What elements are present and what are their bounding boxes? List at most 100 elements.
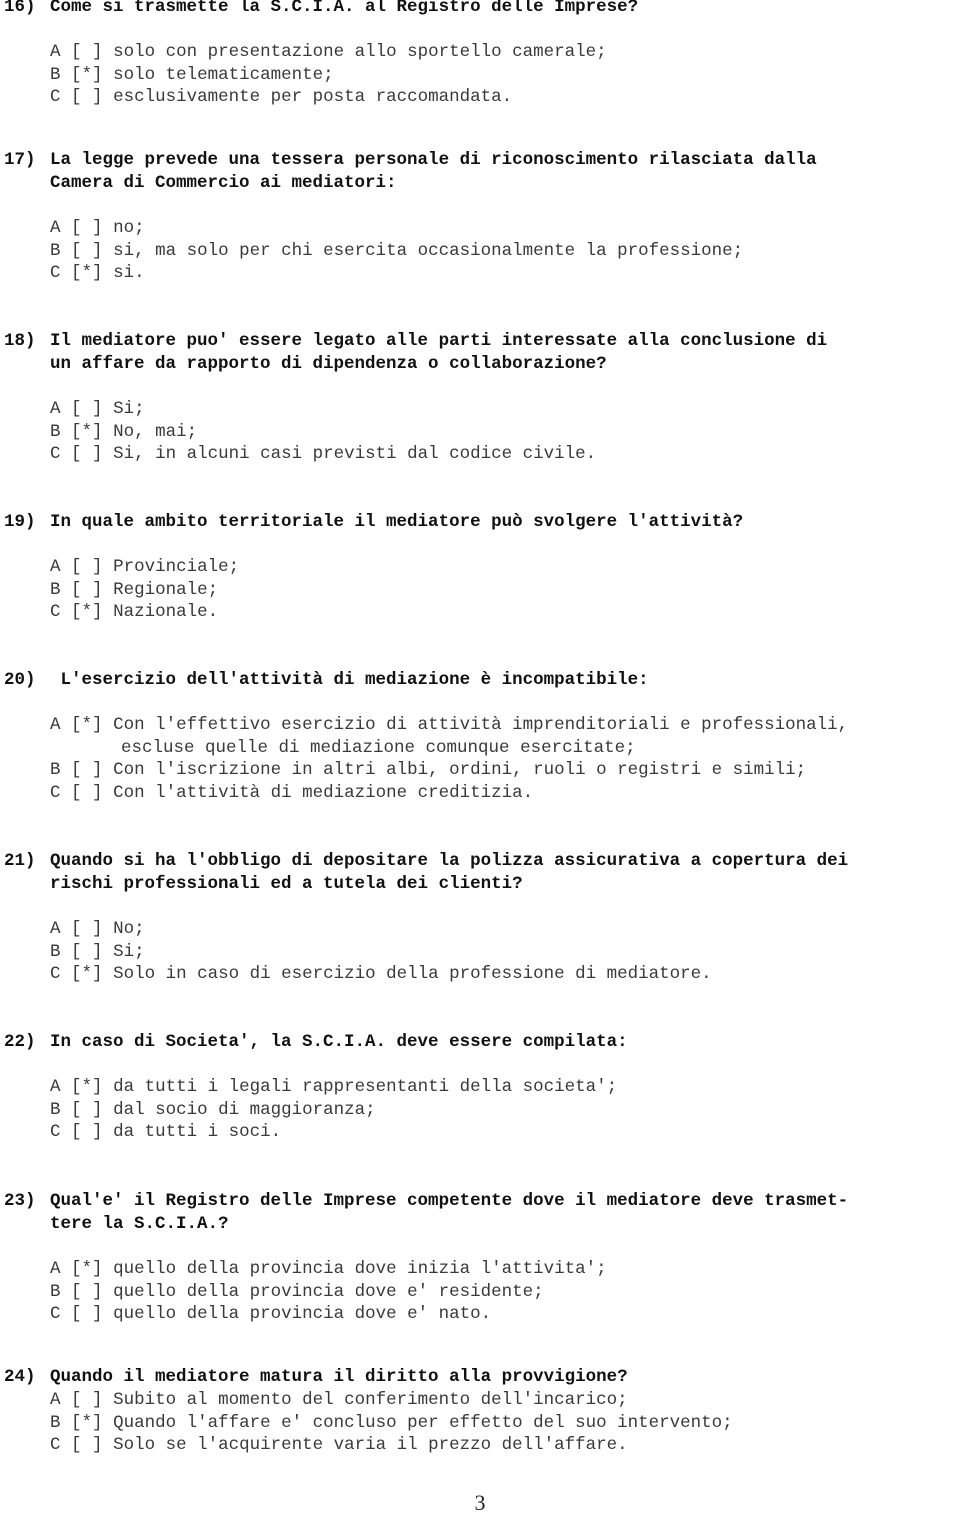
option-letter: C (50, 1435, 61, 1456)
question-text: tere la S.C.I.A.? (0, 1213, 960, 1236)
option-letter: A (50, 919, 61, 939)
option-text: Si; (113, 399, 145, 419)
option-letter: A (50, 557, 61, 577)
option-letter: B (50, 1281, 61, 1302)
option-letter: B (50, 421, 61, 442)
answer-option-a: A [*] da tutti i legali rappresentanti d… (0, 1076, 960, 1099)
question-number: 19) (4, 512, 36, 532)
option-text: escluse quelle di mediazione comunque es… (121, 737, 636, 758)
checked-box-marker: [*] (71, 421, 103, 442)
answer-option-b: B [ ] Si; (0, 941, 960, 964)
answer-option-c: C [ ] quello della provincia dove e′ nat… (0, 1303, 960, 1326)
option-text: Quando l′affare e′ concluso per effetto … (113, 1412, 733, 1433)
empty-box-marker: [ ] (71, 218, 103, 238)
checked-box-marker: [*] (71, 1259, 103, 1279)
option-text: si, ma solo per chi esercita occasionalm… (113, 240, 744, 261)
question-text-line: tere la S.C.I.A.? (50, 1214, 229, 1234)
option-text: Provinciale; (113, 557, 240, 577)
answer-option-b: B [*] solo telematicamente; (0, 64, 960, 87)
option-text: si. (113, 263, 145, 284)
answer-option-c: C [ ] esclusivamente per posta raccomand… (0, 86, 960, 109)
answer-option-a: A [ ] solo con presentazione allo sporte… (0, 41, 960, 64)
answer-options: A [ ] no; B [ ] si, ma solo per chi eserc… (0, 217, 960, 285)
question-text: 18) Il mediatore puo′ essere legato alle … (0, 330, 960, 353)
empty-box-marker: [ ] (71, 1281, 103, 1302)
option-letter: C (50, 87, 61, 108)
empty-box-marker: [ ] (71, 87, 103, 108)
empty-box-marker: [ ] (71, 1304, 103, 1325)
question-number: 17) (4, 150, 36, 170)
answer-option-b: B [*] No, mai; (0, 421, 960, 444)
question-text: 21) Quando si ha l'obbligo di depositare … (0, 850, 960, 873)
question-16: 16) Come si trasmette la S.C.I.A. al Regi… (0, 0, 960, 109)
answer-option-c: C [ ] da tutti i soci. (0, 1121, 960, 1144)
question-text-line: Il mediatore puo′ essere legato alle par… (50, 331, 828, 351)
empty-box-marker: [ ] (71, 941, 103, 962)
answer-option-a: A [*] Con l'effettivo esercizio di attiv… (0, 714, 960, 737)
checked-box-marker: [*] (71, 602, 103, 623)
question-text-line: rischi professionali ed a tutela dei cli… (50, 874, 523, 894)
option-letter: A (50, 1077, 61, 1097)
option-letter: A (50, 1390, 61, 1410)
answer-options: A [*] Con l'effettivo esercizio di attiv… (0, 714, 960, 805)
option-letter: C (50, 1304, 61, 1325)
question-21: 21) Quando si ha l'obbligo di depositare … (0, 850, 960, 986)
question-22: 22) In caso di Societa′, la S.C.I.A. deve… (0, 1031, 960, 1144)
question-text: 16) Come si trasmette la S.C.I.A. al Regi… (0, 0, 960, 19)
question-text-line: Come si trasmette la S.C.I.A. al Registr… (50, 0, 639, 17)
option-text: Con l'effettivo esercizio di attività im… (113, 715, 849, 735)
checked-box-marker: [*] (71, 1077, 103, 1097)
question-text: 23) Qual′e′ il Registro delle Imprese com… (0, 1190, 960, 1213)
question-23: 23) Qual′e′ il Registro delle Imprese com… (0, 1190, 960, 1326)
checked-box-marker: [*] (71, 715, 103, 735)
question-text: rischi professionali ed a tutela dei cli… (0, 873, 960, 896)
answer-options: A [ ] Si; B [*] No, mai; C [ ] Si, in alcu… (0, 398, 960, 466)
option-letter: B (50, 64, 61, 85)
answer-options: A [ ] solo con presentazione allo sporte… (0, 41, 960, 109)
answer-options: A [ ] No; B [ ] Si; C [*] Solo in caso di … (0, 918, 960, 986)
question-17: 17) La legge prevede una tessera personal… (0, 149, 960, 285)
option-text: Si, in alcuni casi previsti dal codice c… (113, 444, 597, 465)
answer-option-c: C [*] Solo in caso di esercizio della pr… (0, 963, 960, 986)
question-24: 24) Quando il mediatore matura il diritto… (0, 1366, 960, 1457)
option-text: Solo in caso di esercizio della professi… (113, 964, 712, 985)
option-text: Subito al momento del conferimento dell′… (113, 1390, 628, 1410)
option-text: Regionale; (113, 579, 219, 600)
question-text-line: un affare da rapporto di dipendenza o co… (50, 354, 607, 374)
answer-option-b: B [ ] dal socio di maggioranza; (0, 1099, 960, 1122)
answer-option-c: C [*] si. (0, 262, 960, 285)
question-number: 24) (4, 1367, 36, 1387)
option-letter: B (50, 579, 61, 600)
option-letter: C (50, 602, 61, 623)
question-number: 20) (4, 670, 36, 690)
empty-box-marker: [ ] (71, 240, 103, 261)
question-text-line: Qual′e′ il Registro delle Imprese compet… (50, 1191, 849, 1211)
option-letter: A (50, 218, 61, 238)
option-letter: A (50, 42, 61, 62)
question-number: 23) (4, 1191, 36, 1211)
option-text: Si; (113, 941, 145, 962)
checked-box-marker: [*] (71, 263, 103, 284)
checked-box-marker: [*] (71, 1412, 103, 1433)
question-text-line: In caso di Societa′, la S.C.I.A. deve es… (50, 1032, 628, 1052)
answer-option-a: A [ ] No; (0, 918, 960, 941)
answer-option-b: B [ ] Regionale; (0, 579, 960, 602)
empty-box-marker: [ ] (71, 1435, 103, 1456)
option-text: Con l'iscrizione in altri albi, ordini, … (113, 760, 807, 781)
option-letter: C (50, 444, 61, 465)
option-letter: C (50, 1122, 61, 1143)
question-text: 24) Quando il mediatore matura il diritto… (0, 1366, 960, 1389)
empty-box-marker: [ ] (71, 444, 103, 465)
option-text: solo telematicamente; (113, 64, 334, 85)
option-letter: B (50, 1412, 61, 1433)
page-number: 3 (474, 1490, 486, 1515)
question-number: 16) (4, 0, 36, 17)
question-number: 18) (4, 331, 36, 351)
answer-option-a: A [ ] Subito al momento del conferimento… (0, 1389, 960, 1412)
answer-option-b: B [ ] quello della provincia dove e′ res… (0, 1281, 960, 1304)
question-text: un affare da rapporto di dipendenza o co… (0, 353, 960, 376)
question-18: 18) Il mediatore puo′ essere legato alle … (0, 330, 960, 466)
answer-option-c: C [ ] Solo se l′acquirente varia il prez… (0, 1434, 960, 1457)
empty-box-marker: [ ] (71, 919, 103, 939)
question-text: 19) In quale ambito territoriale il media… (0, 511, 960, 534)
